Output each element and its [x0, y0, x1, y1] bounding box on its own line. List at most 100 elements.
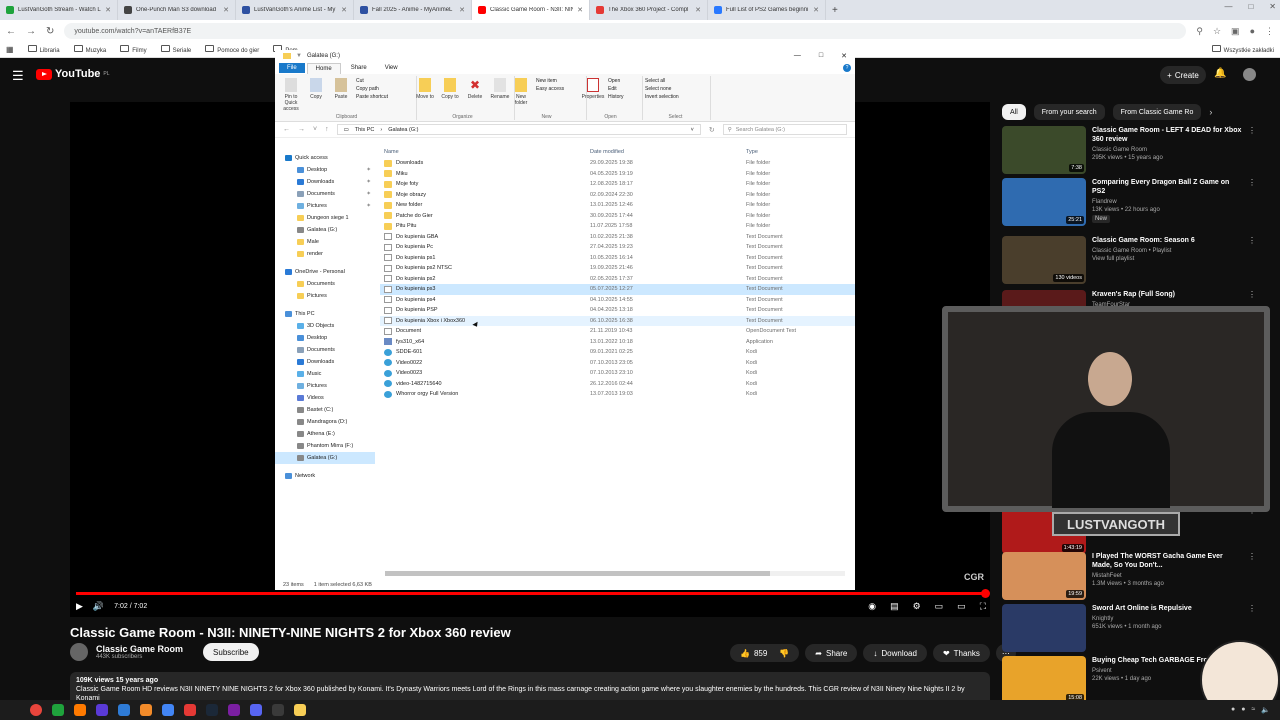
- file-row[interactable]: Do kupienia ps2 02.05.2025 17:37 Text Docu…: [380, 274, 855, 285]
- tab-close-icon[interactable]: ✕: [577, 6, 583, 14]
- taskbar-app-icon[interactable]: [96, 704, 108, 716]
- bookmark-folder[interactable]: Pomoce do gier: [205, 45, 259, 54]
- nav-item[interactable]: Bastet (C:): [275, 404, 375, 416]
- volume-icon[interactable]: 🔊: [93, 601, 104, 612]
- chip-from-channel[interactable]: From Classic Game Ro: [1112, 104, 1202, 120]
- explorer-back-icon[interactable]: ←: [283, 126, 290, 133]
- scrollbar-thumb[interactable]: [385, 571, 770, 576]
- subtitles-icon[interactable]: ▤: [890, 601, 899, 612]
- profile-icon[interactable]: ●: [1250, 26, 1255, 37]
- nav-item[interactable]: This PC: [275, 308, 375, 320]
- explorer-recent-icon[interactable]: ˅: [313, 126, 317, 133]
- youtube-logo[interactable]: YouTube PL: [36, 68, 110, 80]
- nav-item[interactable]: Music: [275, 368, 375, 380]
- volume-tray-icon[interactable]: 🔈: [1261, 706, 1270, 714]
- fullscreen-icon[interactable]: ⛶: [980, 601, 986, 612]
- channel-avatar[interactable]: [70, 643, 88, 661]
- nav-item[interactable]: render: [275, 248, 375, 260]
- file-row[interactable]: Miku 04.05.2025 19:19 File folder: [380, 169, 855, 180]
- nav-item[interactable]: Galatea (G:): [275, 224, 375, 236]
- taskbar-app-icon[interactable]: [228, 704, 240, 716]
- miniplayer-icon[interactable]: ▭: [935, 601, 944, 612]
- nav-item[interactable]: Phantom Mirra (F:): [275, 440, 375, 452]
- tray-icon[interactable]: ●: [1231, 706, 1235, 714]
- autoplay-toggle-icon[interactable]: ◉: [868, 601, 876, 612]
- kebab-menu-icon[interactable]: ⋮: [1248, 126, 1256, 174]
- channel-name[interactable]: Classic Game Room: [96, 644, 183, 654]
- history-button[interactable]: History: [608, 94, 624, 100]
- video-title[interactable]: Classic Game Room - LEFT 4 DEAD for Xbox…: [1092, 126, 1242, 144]
- file-row[interactable]: Pitu Pitu 11.07.2025 17:58 File folder: [380, 221, 855, 232]
- chevron-right-icon[interactable]: ›: [1209, 107, 1212, 117]
- nav-item[interactable]: OneDrive - Personal: [275, 266, 375, 278]
- ribbon-tab-file[interactable]: File: [279, 63, 305, 73]
- paste-shortcut-button[interactable]: Paste shortcut: [356, 94, 388, 100]
- file-row[interactable]: Do kupienia GBA 10.02.2025 21:38 Text Docu…: [380, 232, 855, 243]
- bookmark-folder[interactable]: Libraria: [28, 45, 60, 54]
- chip-from-your-search[interactable]: From your search: [1033, 104, 1105, 120]
- file-row[interactable]: Patche do Gier 30.09.2025 17:44 File folde…: [380, 211, 855, 222]
- recommended-video[interactable]: 130 videos Classic Game Room: Season 6 Cla…: [1002, 236, 1272, 284]
- file-row[interactable]: Do kupienia ps1 10.05.2025 16:14 Text Docu…: [380, 253, 855, 264]
- file-row[interactable]: Do kupienia Pc 27.04.2025 19:23 Text Docum…: [380, 242, 855, 253]
- refresh-icon[interactable]: ↻: [709, 126, 715, 134]
- file-row[interactable]: Downloads 29.09.2025 19:38 File folder: [380, 158, 855, 169]
- maximize-icon[interactable]: □: [819, 52, 823, 60]
- video-channel[interactable]: Flandrew: [1092, 198, 1242, 206]
- nav-item[interactable]: Documents: [275, 278, 375, 290]
- nav-item[interactable]: Documents: [275, 344, 375, 356]
- recommended-video[interactable]: 25:21 Comparing Every Dragon Ball Z Game …: [1002, 178, 1272, 226]
- browser-tab[interactable]: Full List of PS2 Games beginni ✕: [708, 0, 826, 20]
- notifications-bell-icon[interactable]: 🔔: [1214, 68, 1226, 79]
- taskbar-chrome-icon[interactable]: [30, 704, 42, 716]
- copy-path-button[interactable]: Copy path: [356, 86, 388, 92]
- chevron-down-icon[interactable]: ˅: [691, 127, 694, 133]
- explorer-forward-icon[interactable]: →: [298, 126, 305, 133]
- file-row[interactable]: fys310_x64 13.01.2022 10:18 Application: [380, 337, 855, 348]
- share-button[interactable]: ➦ Share: [805, 644, 858, 662]
- browser-tab[interactable]: Classic Game Room - N3II: NIN ✕: [472, 0, 590, 20]
- browser-tab[interactable]: Fall 2025 - Anime - MyAnimeL ✕: [354, 0, 472, 20]
- open-button[interactable]: Open: [608, 78, 624, 84]
- kebab-menu-icon[interactable]: ⋮: [1248, 178, 1256, 226]
- nav-item[interactable]: Network: [275, 470, 375, 482]
- video-channel[interactable]: Classic Game Room • Playlist: [1092, 247, 1242, 255]
- account-avatar[interactable]: [1243, 68, 1256, 81]
- file-row[interactable]: Do kupienia ps2 NTSC 19.09.2025 21:46 Text…: [380, 263, 855, 274]
- file-row[interactable]: Do kupienia Xbox i Xbox360 06.10.2025 16:…: [380, 315, 855, 326]
- column-date-modified[interactable]: Date modified: [590, 149, 746, 155]
- nav-item[interactable]: Pictures: [275, 290, 375, 302]
- explorer-up-icon[interactable]: ↑: [325, 126, 329, 133]
- edit-button[interactable]: Edit: [608, 86, 624, 92]
- maximize-icon[interactable]: □: [1248, 2, 1253, 11]
- nav-item[interactable]: Downloads ✶: [275, 176, 375, 188]
- file-row[interactable]: Do kupienia ps4 04.10.2025 14:55 Text Docu…: [380, 295, 855, 306]
- video-channel[interactable]: MistahFeet: [1092, 572, 1242, 580]
- video-thumbnail[interactable]: 7:38: [1002, 126, 1086, 174]
- minimize-icon[interactable]: —: [794, 52, 801, 60]
- taskbar-app-icon[interactable]: [118, 704, 130, 716]
- file-row[interactable]: Document 21.11.2019 10:43 OpenDocument Tex…: [380, 326, 855, 337]
- nav-item[interactable]: Athena (E:): [275, 428, 375, 440]
- like-button[interactable]: 👍 859 👎: [730, 644, 800, 662]
- forward-arrow-icon[interactable]: →: [26, 26, 36, 37]
- nav-item[interactable]: Desktop: [275, 332, 375, 344]
- nav-item[interactable]: Dungeon siege 1: [275, 212, 375, 224]
- progress-bar[interactable]: [76, 589, 990, 598]
- video-title[interactable]: Sword Art Online is Repulsive: [1092, 604, 1242, 613]
- nav-item[interactable]: Pictures: [275, 380, 375, 392]
- settings-gear-icon[interactable]: ⚙: [913, 601, 921, 612]
- browser-tab[interactable]: One-Punch Man S3 download ✕: [118, 0, 236, 20]
- column-name[interactable]: Name: [380, 149, 590, 155]
- browser-tab[interactable]: The Xbox 360 Project - Compl ✕: [590, 0, 708, 20]
- thanks-button[interactable]: ❤ Thanks: [932, 644, 990, 662]
- nav-item[interactable]: Documents ✶: [275, 188, 375, 200]
- video-thumbnail[interactable]: [1002, 604, 1086, 652]
- chip-all[interactable]: All: [1002, 104, 1026, 120]
- tab-close-icon[interactable]: ✕: [223, 6, 229, 14]
- nav-item[interactable]: Male: [275, 236, 375, 248]
- new-tab-button[interactable]: +: [826, 5, 844, 16]
- file-row[interactable]: video-1482715640 26.12.2016 02:44 Kodi: [380, 379, 855, 390]
- breadcrumb-galatea[interactable]: Galatea (G:): [388, 127, 418, 133]
- taskbar-app-icon[interactable]: [140, 704, 152, 716]
